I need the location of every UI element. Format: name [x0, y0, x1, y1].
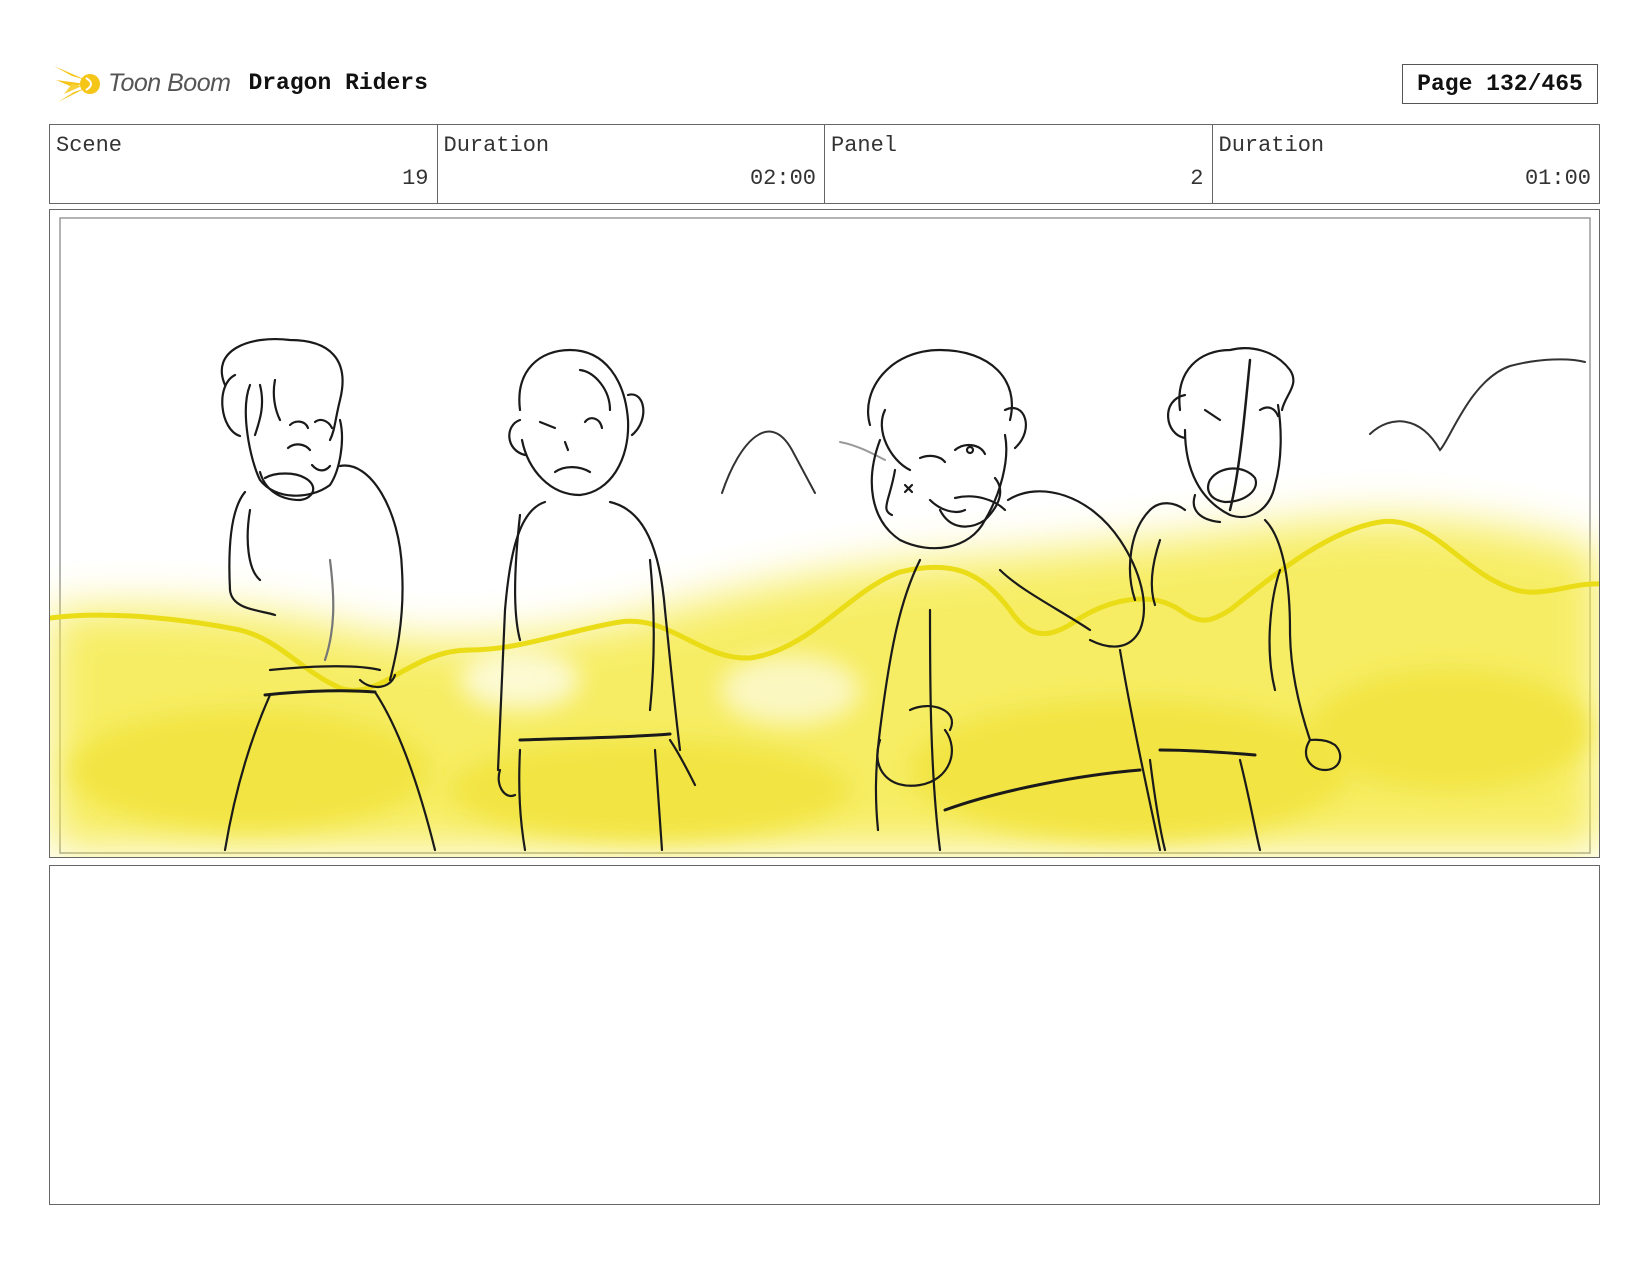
page-header: Toon Boom Dragon Riders [52, 58, 428, 108]
storyboard-panel [49, 209, 1600, 858]
scene-duration-value: 02:00 [749, 166, 816, 191]
panel-notes-box [49, 865, 1600, 1205]
scene-duration-label: Duration [443, 133, 550, 158]
panel-duration-cell: Duration 01:00 [1213, 125, 1600, 203]
panel-duration-value: 01:00 [1524, 166, 1591, 191]
panel-value: 2 [1190, 166, 1204, 191]
background-hills [721, 358, 1586, 494]
panel-label: Panel [831, 133, 898, 158]
page-indicator: Page 132/465 [1402, 64, 1598, 104]
toon-boom-logo: Toon Boom [52, 58, 231, 108]
logo-text: Toon Boom [108, 68, 231, 97]
scene-cell: Scene 19 [50, 125, 438, 203]
panel-cell: Panel 2 [825, 125, 1213, 203]
panel-duration-label: Duration [1218, 133, 1325, 158]
project-title: Dragon Riders [248, 70, 428, 96]
scene-info-table: Scene 19 Duration 02:00 Panel 2 Duration… [49, 124, 1600, 204]
scene-label: Scene [56, 133, 123, 158]
scene-duration-cell: Duration 02:00 [438, 125, 825, 203]
yellow-fog [50, 518, 1599, 850]
panel-sketch [50, 217, 1599, 854]
scene-value: 19 [402, 166, 429, 191]
toon-boom-star-icon [54, 66, 100, 102]
